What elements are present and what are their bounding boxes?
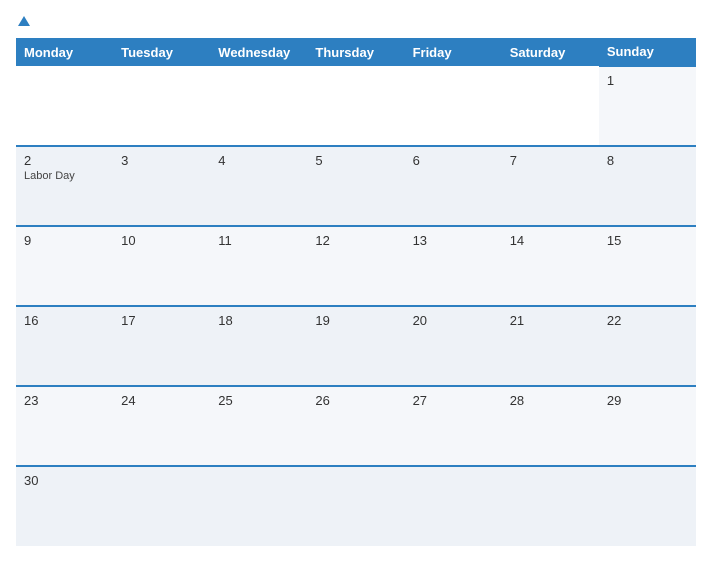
week-row-3: 16 17 18 19 20 21 22: [16, 306, 696, 386]
day-number: 16: [24, 313, 105, 328]
week-row-4: 23 24 25 26 27 28 29: [16, 386, 696, 466]
calendar-cell: [307, 66, 404, 146]
day-number: 26: [315, 393, 396, 408]
calendar-cell: 19: [307, 306, 404, 386]
calendar-cell: 28: [502, 386, 599, 466]
calendar-cell: 14: [502, 226, 599, 306]
day-number: 9: [24, 233, 105, 248]
calendar-cell: [113, 466, 210, 546]
calendar-cell: 11: [210, 226, 307, 306]
calendar-header: [16, 16, 696, 26]
calendar-cell: [307, 466, 404, 546]
day-number: 21: [510, 313, 591, 328]
weekday-header-sunday: Sunday: [599, 38, 696, 66]
calendar-cell: 15: [599, 226, 696, 306]
day-number: 13: [413, 233, 494, 248]
weekday-header-wednesday: Wednesday: [210, 38, 307, 66]
weekday-header-monday: Monday: [16, 38, 113, 66]
calendar-cell: 24: [113, 386, 210, 466]
calendar-cell: 18: [210, 306, 307, 386]
weekday-header-thursday: Thursday: [307, 38, 404, 66]
calendar-cell: 8: [599, 146, 696, 226]
day-number: 12: [315, 233, 396, 248]
day-number: 28: [510, 393, 591, 408]
calendar-cell: 26: [307, 386, 404, 466]
weekday-header-row: MondayTuesdayWednesdayThursdayFridaySatu…: [16, 38, 696, 66]
calendar-cell: [16, 66, 113, 146]
calendar-cell: [599, 466, 696, 546]
day-number: 7: [510, 153, 591, 168]
day-number: 11: [218, 233, 299, 248]
calendar-cell: 20: [405, 306, 502, 386]
weekday-header-saturday: Saturday: [502, 38, 599, 66]
day-number: 6: [413, 153, 494, 168]
calendar-cell: 27: [405, 386, 502, 466]
logo: [16, 16, 30, 26]
week-row-1: 2 Labor Day 3 4 5 6 7 8: [16, 146, 696, 226]
day-number: 25: [218, 393, 299, 408]
day-number: 17: [121, 313, 202, 328]
calendar-cell: 10: [113, 226, 210, 306]
calendar-cell: [405, 466, 502, 546]
day-number: 8: [607, 153, 688, 168]
calendar-cell: 4: [210, 146, 307, 226]
day-number: 3: [121, 153, 202, 168]
calendar-cell: 29: [599, 386, 696, 466]
day-number: 29: [607, 393, 688, 408]
calendar-cell: 9: [16, 226, 113, 306]
day-number: 14: [510, 233, 591, 248]
day-number: 18: [218, 313, 299, 328]
weekday-header-tuesday: Tuesday: [113, 38, 210, 66]
calendar-cell: 13: [405, 226, 502, 306]
calendar-cell: [210, 66, 307, 146]
calendar-cell: 1: [599, 66, 696, 146]
day-number: 2: [24, 153, 105, 168]
day-number: 27: [413, 393, 494, 408]
calendar-cell: 2 Labor Day: [16, 146, 113, 226]
day-number: 19: [315, 313, 396, 328]
calendar-cell: [502, 466, 599, 546]
calendar-grid: MondayTuesdayWednesdayThursdayFridaySatu…: [16, 38, 696, 546]
day-number: 1: [607, 73, 688, 88]
calendar-cell: 3: [113, 146, 210, 226]
day-number: 15: [607, 233, 688, 248]
calendar-cell: 16: [16, 306, 113, 386]
day-number: 5: [315, 153, 396, 168]
calendar-cell: 21: [502, 306, 599, 386]
day-number: 24: [121, 393, 202, 408]
calendar-cell: [113, 66, 210, 146]
week-row-2: 9 10 11 12 13 14 15: [16, 226, 696, 306]
calendar-cell: 30: [16, 466, 113, 546]
calendar-cell: 12: [307, 226, 404, 306]
calendar-cell: 25: [210, 386, 307, 466]
day-number: 23: [24, 393, 105, 408]
calendar-cell: 6: [405, 146, 502, 226]
weekday-header-friday: Friday: [405, 38, 502, 66]
calendar-cell: 23: [16, 386, 113, 466]
calendar-container: MondayTuesdayWednesdayThursdayFridaySatu…: [0, 0, 712, 562]
day-number: 30: [24, 473, 105, 488]
calendar-cell: 5: [307, 146, 404, 226]
calendar-cell: 7: [502, 146, 599, 226]
event-label: Labor Day: [24, 170, 105, 182]
calendar-cell: [210, 466, 307, 546]
week-row-0: 1: [16, 66, 696, 146]
day-number: 10: [121, 233, 202, 248]
calendar-cell: 17: [113, 306, 210, 386]
calendar-cell: 22: [599, 306, 696, 386]
day-number: 4: [218, 153, 299, 168]
calendar-cell: [502, 66, 599, 146]
calendar-cell: [405, 66, 502, 146]
day-number: 20: [413, 313, 494, 328]
week-row-5: 30: [16, 466, 696, 546]
logo-triangle-icon: [18, 16, 30, 26]
day-number: 22: [607, 313, 688, 328]
